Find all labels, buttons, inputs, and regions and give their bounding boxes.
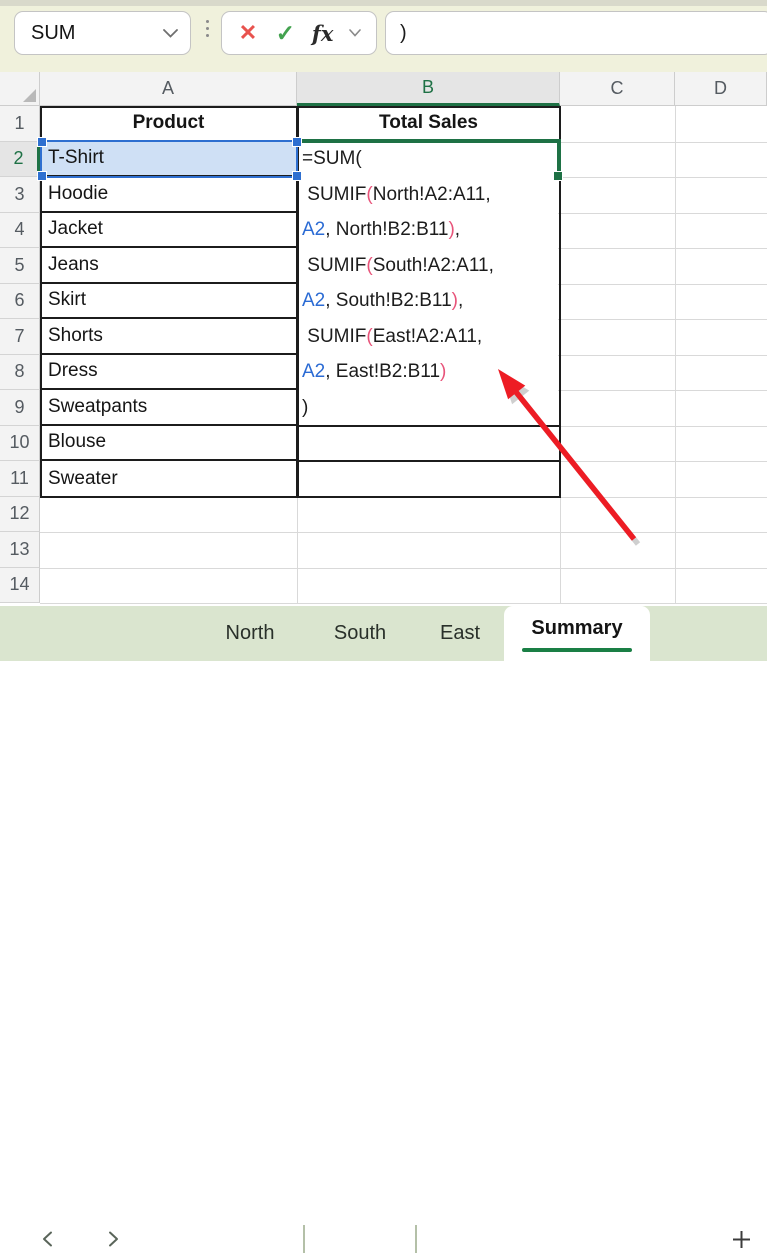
row-header-1[interactable]: 1 bbox=[0, 106, 40, 142]
table-line bbox=[297, 460, 560, 462]
fill-handle[interactable] bbox=[553, 171, 563, 181]
tabs-scroll-right-icon[interactable] bbox=[102, 1228, 124, 1250]
active-tab-label: Summary bbox=[531, 617, 622, 640]
tab-separator bbox=[303, 1225, 305, 1253]
formula-segment: SUMIF bbox=[302, 255, 366, 276]
name-box[interactable]: SUM bbox=[14, 11, 191, 55]
select-all-triangle-icon bbox=[23, 89, 36, 102]
row-header-5[interactable]: 5 bbox=[0, 248, 40, 284]
gridline-h bbox=[40, 497, 767, 498]
formula-segment: SUMIF bbox=[302, 184, 366, 205]
reference-handle-icon[interactable] bbox=[37, 137, 47, 147]
cell-a8[interactable]: Dress bbox=[42, 355, 296, 391]
formula-line-6: SUMIF(East!A2:A11, bbox=[299, 319, 558, 355]
name-box-value: SUM bbox=[15, 22, 163, 45]
row-header-9[interactable]: 9 bbox=[0, 390, 40, 426]
cell-a1-product-header[interactable]: Product bbox=[40, 106, 297, 142]
formula-segment: , South!B2:B11 bbox=[325, 290, 451, 311]
row-header-6[interactable]: 6 bbox=[0, 284, 40, 320]
row-header-7[interactable]: 7 bbox=[0, 319, 40, 355]
enter-check-icon: ✓ bbox=[276, 22, 295, 45]
tab-separator bbox=[415, 1225, 417, 1253]
formula-bar-value: ) bbox=[386, 22, 407, 45]
active-tab-underline bbox=[522, 648, 632, 653]
sheet-tab-summary[interactable]: Summary bbox=[504, 606, 650, 661]
formula-segment: South!A2:A11, bbox=[373, 255, 494, 276]
formula-segment: ) bbox=[440, 361, 446, 382]
formula-segment: , bbox=[455, 219, 460, 240]
tabs-scroll-left-icon[interactable] bbox=[36, 1228, 58, 1250]
cell-a7[interactable]: Shorts bbox=[42, 319, 296, 355]
cell-a2[interactable]: T-Shirt bbox=[42, 142, 296, 178]
formula-toolbar: SUM ✕ ✓ fx ) bbox=[0, 0, 767, 72]
formula-line-1: =SUM( bbox=[299, 141, 558, 177]
gridline-v bbox=[675, 106, 676, 603]
formula-buttons-group: ✕ ✓ fx bbox=[221, 11, 377, 55]
toolbar-resize-dots-icon bbox=[201, 20, 213, 37]
row-header-3[interactable]: 3 bbox=[0, 177, 40, 213]
formula-ref-segment: A2 bbox=[302, 290, 325, 311]
select-all-corner[interactable] bbox=[0, 72, 40, 106]
cell-a10[interactable]: Blouse bbox=[42, 426, 296, 462]
row-header-13[interactable]: 13 bbox=[0, 532, 40, 568]
cell-a6[interactable]: Skirt bbox=[42, 284, 296, 320]
gridline-h bbox=[40, 568, 767, 569]
row-header-14[interactable]: 14 bbox=[0, 568, 40, 604]
row-header-4[interactable]: 4 bbox=[0, 213, 40, 249]
reference-handle-icon[interactable] bbox=[37, 171, 47, 181]
formula-segment: SUMIF bbox=[302, 326, 366, 347]
formula-line-5: A2, South!B2:B11), bbox=[299, 283, 558, 319]
sheet-tab-bar: North South East Summary bbox=[0, 606, 767, 661]
formula-line-4: SUMIF(South!A2:A11, bbox=[299, 248, 558, 284]
reference-handle-icon[interactable] bbox=[292, 171, 302, 181]
name-box-dropdown-icon[interactable] bbox=[163, 29, 178, 38]
formula-segment: East!A2:A11, bbox=[373, 326, 483, 347]
formula-bar[interactable]: ) bbox=[385, 11, 767, 55]
cell-b1-sales-header[interactable]: Total Sales bbox=[297, 106, 560, 140]
active-cell-top-border bbox=[297, 139, 561, 143]
add-sheet-button[interactable] bbox=[728, 1226, 754, 1252]
cell-a11[interactable]: Sweater bbox=[42, 461, 296, 497]
formula-segment: North!A2:A11, bbox=[373, 184, 491, 205]
row-header-8[interactable]: 8 bbox=[0, 355, 40, 391]
column-header-c[interactable]: C bbox=[560, 72, 675, 106]
row-header-10[interactable]: 10 bbox=[0, 426, 40, 462]
gridline-h bbox=[40, 603, 767, 604]
formula-segment: , North!B2:B11 bbox=[325, 219, 448, 240]
formula-line-7: A2, East!B2:B11) bbox=[299, 354, 558, 390]
formula-segment: ) bbox=[302, 397, 308, 418]
sheet-tab-north[interactable]: North bbox=[226, 606, 275, 661]
row-header-2[interactable]: 2 bbox=[0, 142, 40, 178]
insert-function-button[interactable]: fx bbox=[310, 18, 336, 48]
fx-icon: fx bbox=[312, 21, 334, 46]
formula-segment: , East!B2:B11 bbox=[325, 361, 440, 382]
column-header-b[interactable]: B bbox=[297, 72, 560, 106]
reference-handle-icon[interactable] bbox=[292, 137, 302, 147]
fx-dropdown-icon[interactable] bbox=[347, 18, 363, 48]
cell-a4[interactable]: Jacket bbox=[42, 213, 296, 249]
column-header-d[interactable]: D bbox=[675, 72, 767, 106]
formula-ref-segment: A2 bbox=[302, 361, 325, 382]
formula-ref-segment: A2 bbox=[302, 219, 325, 240]
formula-segment: , bbox=[458, 290, 463, 311]
row-header-11[interactable]: 11 bbox=[0, 461, 40, 497]
formula-line-3: A2, North!B2:B11), bbox=[299, 212, 558, 248]
sheet-tab-south[interactable]: South bbox=[334, 606, 386, 661]
gridline-h bbox=[40, 532, 767, 533]
cell-a5[interactable]: Jeans bbox=[42, 248, 296, 284]
formula-line-2: SUMIF(North!A2:A11, bbox=[299, 177, 558, 213]
column-header-a[interactable]: A bbox=[40, 72, 297, 106]
formula-segment: =SUM( bbox=[302, 148, 362, 169]
enter-button[interactable]: ✓ bbox=[272, 18, 298, 48]
ribbon-edge-strip bbox=[0, 0, 767, 6]
cell-editor-b2[interactable]: =SUM( SUMIF(North!A2:A11,A2, North!B2:B1… bbox=[299, 141, 558, 426]
cancel-x-icon: ✕ bbox=[239, 22, 257, 44]
cell-a9[interactable]: Sweatpants bbox=[42, 390, 296, 426]
sheet-tab-east[interactable]: East bbox=[440, 606, 480, 661]
cancel-button[interactable]: ✕ bbox=[235, 18, 261, 48]
table-line bbox=[297, 425, 560, 427]
formula-line-8: ) bbox=[299, 390, 558, 426]
row-header-12[interactable]: 12 bbox=[0, 497, 40, 533]
cell-a3[interactable]: Hoodie bbox=[42, 177, 296, 213]
